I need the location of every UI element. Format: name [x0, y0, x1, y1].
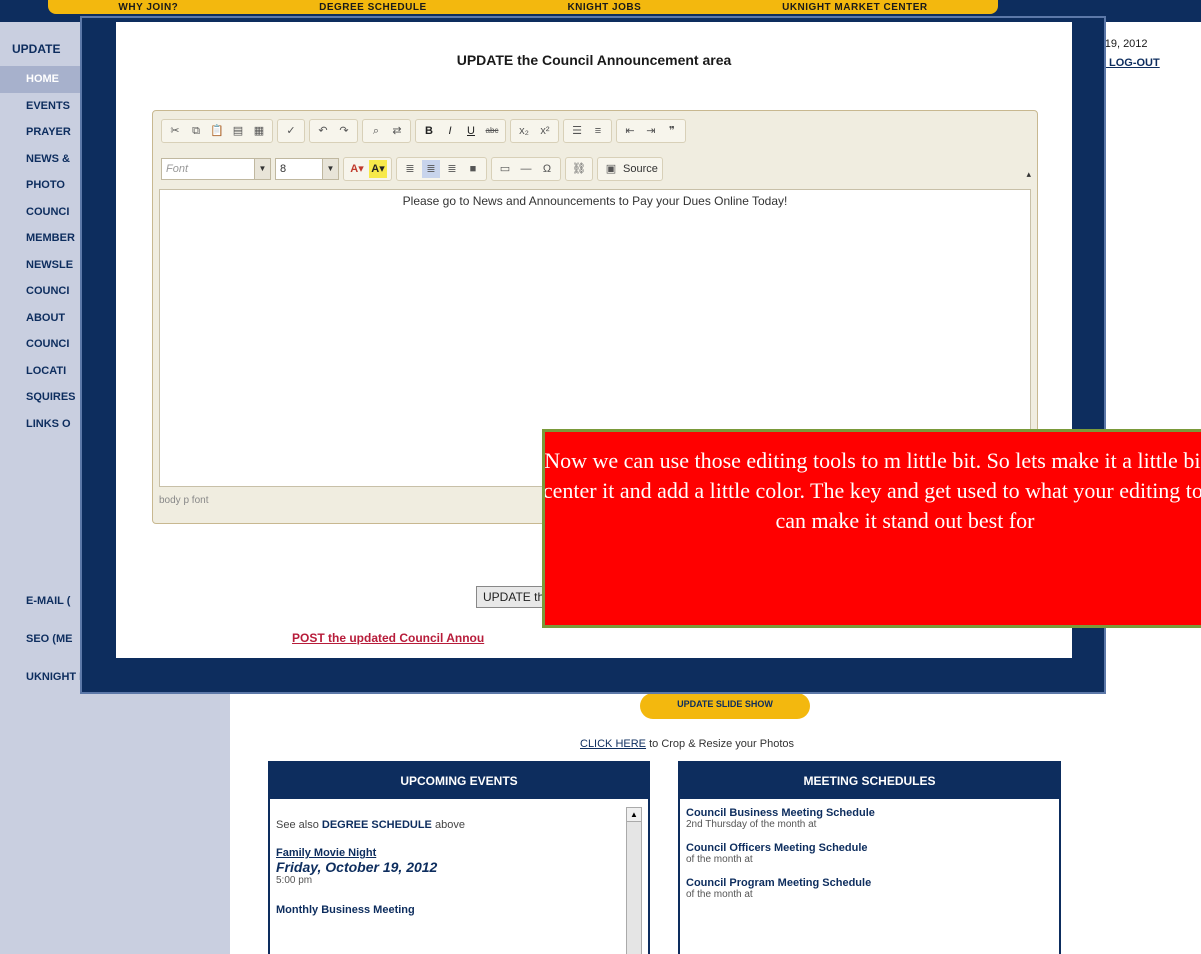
italic-icon[interactable]: I	[441, 122, 459, 140]
script-group: x₂ x²	[510, 119, 559, 143]
event-title-link[interactable]: Family Movie Night	[276, 847, 648, 859]
undo-redo-group: ↶ ↷	[309, 119, 358, 143]
source-group: ▣ Source	[597, 157, 663, 181]
list-group: ☰ ≡	[563, 119, 612, 143]
clipboard-group: ✂ ⧉ 📋 ▤ ▦	[161, 119, 273, 143]
tutorial-callout: Now we can use those editing tools to m …	[542, 429, 1201, 628]
post-announcement-link[interactable]: POST the updated Council Annou	[292, 631, 592, 645]
cut-icon[interactable]: ✂	[166, 122, 184, 140]
toolbar-collapse-icon[interactable]: ▴	[1026, 169, 1031, 180]
sidebar-update-label: UPDATE	[12, 42, 61, 56]
align-left-icon[interactable]: ≣	[401, 160, 419, 178]
chevron-down-icon[interactable]: ▼	[254, 159, 270, 179]
tutorial-callout-text: Now we can use those editing tools to m …	[542, 448, 1201, 533]
paste-text-icon[interactable]: ▤	[229, 122, 247, 140]
undo-icon[interactable]: ↶	[314, 122, 332, 140]
replace-icon[interactable]: ⇄	[388, 122, 406, 140]
nav-tab-degree-schedule[interactable]: DEGREE SCHEDULE	[319, 2, 427, 13]
bold-icon[interactable]: B	[420, 122, 438, 140]
bulleted-list-icon[interactable]: ≡	[589, 122, 607, 140]
paste-icon[interactable]: 📋	[208, 122, 226, 140]
source-button-label[interactable]: Source	[623, 160, 658, 178]
horizontal-rule-icon[interactable]: —	[517, 160, 535, 178]
outdent-icon[interactable]: ⇤	[621, 122, 639, 140]
blockquote-icon[interactable]: ❞	[663, 122, 681, 140]
meeting-schedules-header: MEETING SCHEDULES	[680, 763, 1059, 799]
crop-resize-text: to Crop & Resize your Photos	[646, 738, 794, 750]
chevron-down-icon[interactable]: ▼	[322, 159, 338, 179]
source-icon[interactable]: ▣	[602, 160, 620, 178]
update-slide-show-button[interactable]: UPDATE SLIDE SHOW	[640, 693, 810, 719]
copy-icon[interactable]: ⧉	[187, 122, 205, 140]
link-icon[interactable]: ⛓	[570, 160, 588, 178]
subscript-icon[interactable]: x₂	[515, 122, 533, 140]
align-justify-icon[interactable]: ■	[464, 160, 482, 178]
background-color-icon[interactable]: A▾	[369, 160, 387, 178]
meeting-title: Council Program Meeting Schedule	[686, 877, 872, 889]
editor-toolbar-row-1: ✂ ⧉ 📋 ▤ ▦ ✓ ↶ ↷ ⌕ ⇄ B I U abc x₂ x² ☰ ≡ …	[161, 117, 686, 145]
meeting-sub: of the month at	[686, 889, 753, 900]
insert-group: ▭ — Ω	[491, 157, 561, 181]
nav-tab-knight-jobs[interactable]: KNIGHT JOBS	[567, 2, 641, 13]
crop-resize-link[interactable]: CLICK HERE	[580, 738, 646, 750]
see-also-line: See also DEGREE SCHEDULE above	[276, 819, 648, 831]
spellcheck-icon[interactable]: ✓	[282, 122, 300, 140]
spellcheck-group: ✓	[277, 119, 305, 143]
meeting-sub: 2nd Thursday of the month at	[686, 819, 817, 830]
indent-group: ⇤ ⇥ ❞	[616, 119, 686, 143]
find-icon[interactable]: ⌕	[367, 122, 385, 140]
table-icon[interactable]: ▭	[496, 160, 514, 178]
see-also-prefix: See also	[276, 819, 322, 831]
see-also-degree-schedule: DEGREE SCHEDULE	[321, 819, 432, 831]
logout-link[interactable]: N LOG-OUT	[1098, 57, 1160, 69]
color-group: A▾ A▾	[343, 157, 392, 181]
text-color-icon[interactable]: A▾	[348, 160, 366, 178]
crop-resize-line: CLICK HERE to Crop & Resize your Photos	[580, 738, 794, 750]
editor-element-path: body p font	[159, 495, 209, 506]
indent-icon[interactable]: ⇥	[642, 122, 660, 140]
alignment-group: ≣ ≣ ≣ ■	[396, 157, 487, 181]
font-family-value: Font	[166, 163, 189, 175]
numbered-list-icon[interactable]: ☰	[568, 122, 586, 140]
font-size-value: 8	[280, 163, 287, 175]
meeting-schedules-body: Council Business Meeting Schedule 2nd Th…	[680, 799, 1059, 900]
meeting-title: Council Officers Meeting Schedule	[686, 842, 868, 854]
meeting-title: Council Business Meeting Schedule	[686, 807, 875, 819]
align-center-icon[interactable]: ≣	[422, 160, 440, 178]
see-also-suffix: above	[431, 819, 465, 831]
upcoming-events-panel: UPCOMING EVENTS See also DEGREE SCHEDULE…	[268, 761, 650, 954]
upcoming-events-header: UPCOMING EVENTS	[270, 763, 648, 799]
event-date: Friday, October 19, 2012	[276, 859, 438, 875]
announcement-text: Please go to News and Announcements to P…	[402, 194, 788, 208]
scroll-up-icon[interactable]: ▲	[627, 808, 641, 822]
editor-toolbar-row-2: Font ▼ 8 ▼ A▾ A▾ ≣ ≣ ≣ ■ ▭ — Ω ⛓ ▣ Sourc…	[161, 155, 663, 183]
next-event-title[interactable]: Monthly Business Meeting	[276, 904, 648, 916]
align-right-icon[interactable]: ≣	[443, 160, 461, 178]
redo-icon[interactable]: ↷	[335, 122, 353, 140]
meeting-sub: of the month at	[686, 854, 753, 865]
meeting-schedules-panel: MEETING SCHEDULES Council Business Meeti…	[678, 761, 1061, 954]
event-time: 5:00 pm	[276, 875, 313, 886]
superscript-icon[interactable]: x²	[536, 122, 554, 140]
nav-tab-market-center[interactable]: UKNIGHT MARKET CENTER	[782, 2, 928, 13]
font-size-select[interactable]: 8 ▼	[275, 158, 339, 180]
strikethrough-icon[interactable]: abc	[483, 122, 501, 140]
events-scrollbar[interactable]: ▲	[626, 807, 642, 954]
modal-title: UPDATE the Council Announcement area	[456, 52, 732, 68]
find-replace-group: ⌕ ⇄	[362, 119, 411, 143]
basic-style-group: B I U abc	[415, 119, 506, 143]
paste-word-icon[interactable]: ▦	[250, 122, 268, 140]
underline-icon[interactable]: U	[462, 122, 480, 140]
font-family-select[interactable]: Font ▼	[161, 158, 271, 180]
link-group: ⛓	[565, 157, 593, 181]
top-nav-tabs: WHY JOIN? DEGREE SCHEDULE KNIGHT JOBS UK…	[48, 0, 998, 14]
nav-tab-why-join[interactable]: WHY JOIN?	[118, 2, 178, 13]
upcoming-events-body: See also DEGREE SCHEDULE above Family Mo…	[270, 799, 648, 916]
special-char-icon[interactable]: Ω	[538, 160, 556, 178]
